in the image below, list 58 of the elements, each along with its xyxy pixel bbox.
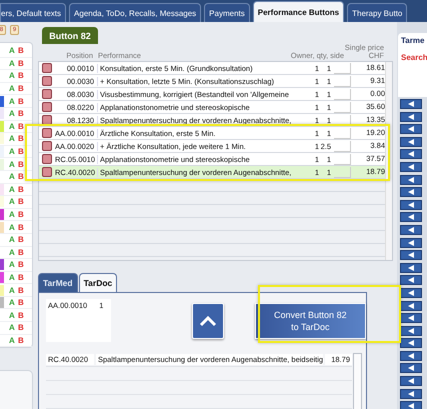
b-label[interactable]: B <box>18 260 24 270</box>
b-label[interactable]: B <box>18 160 24 169</box>
a-label[interactable]: A <box>9 286 18 295</box>
a-label[interactable]: A <box>9 84 18 94</box>
b-label[interactable]: B <box>18 184 24 194</box>
a-label[interactable]: A <box>9 260 18 270</box>
a-label[interactable]: A <box>9 122 18 131</box>
a-label[interactable]: A <box>9 210 18 220</box>
b-label[interactable]: B <box>18 310 24 320</box>
a-label[interactable]: A <box>9 58 18 68</box>
b-label[interactable]: B <box>18 71 24 80</box>
b-label[interactable]: B <box>18 336 24 345</box>
b-label[interactable]: B <box>18 298 24 308</box>
b-label[interactable]: B <box>18 323 24 332</box>
b-label[interactable]: B <box>18 109 24 118</box>
b-label[interactable]: B <box>18 172 24 182</box>
tab[interactable]: Therapy Butto <box>347 3 408 22</box>
b-label[interactable]: B <box>18 272 24 282</box>
b-label[interactable]: B <box>18 248 24 257</box>
a-label[interactable]: A <box>9 197 18 206</box>
button-tab[interactable]: Button 82 <box>42 27 98 44</box>
a-label[interactable]: A <box>9 160 18 169</box>
b-label[interactable]: B <box>18 58 24 68</box>
a-label[interactable]: A <box>9 222 18 232</box>
a-label[interactable]: A <box>9 147 18 156</box>
tab[interactable]: ers, Default texts <box>0 3 66 22</box>
b-label[interactable]: B <box>18 46 24 56</box>
b-label[interactable]: B <box>18 197 24 206</box>
tab[interactable]: Agenda, ToDo, Recalls, Messages <box>69 3 202 22</box>
panel-title: Tarme <box>401 36 424 45</box>
a-label[interactable]: A <box>9 310 18 320</box>
a-label[interactable]: A <box>9 248 18 257</box>
tab[interactable]: TarDoc <box>78 273 118 292</box>
b-label[interactable]: B <box>18 122 24 131</box>
b-label[interactable]: B <box>18 286 24 295</box>
a-label[interactable]: A <box>9 71 18 80</box>
a-label[interactable]: A <box>9 235 18 244</box>
tab[interactable]: Performance Buttons <box>252 1 344 22</box>
convert-button[interactable]: Convert Button 82 to TarDoc <box>254 303 366 339</box>
a-label[interactable]: A <box>9 172 18 182</box>
a-label[interactable]: A <box>9 46 18 56</box>
b-label[interactable]: B <box>18 134 24 144</box>
a-label[interactable]: A <box>9 298 18 308</box>
a-label[interactable]: A <box>9 134 18 144</box>
b-label[interactable]: B <box>18 210 24 220</box>
b-label[interactable]: B <box>18 235 24 244</box>
b-label[interactable]: B <box>18 147 24 156</box>
b-label[interactable]: B <box>18 222 24 232</box>
tab[interactable]: Payments <box>204 3 250 22</box>
b-label[interactable]: B <box>18 96 24 106</box>
a-label[interactable]: A <box>9 184 18 194</box>
a-label[interactable]: A <box>9 96 18 106</box>
a-label[interactable]: A <box>9 109 18 118</box>
b-label[interactable]: B <box>18 84 24 94</box>
tab[interactable]: TarMed <box>38 273 78 292</box>
a-label[interactable]: A <box>9 323 18 332</box>
a-label[interactable]: A <box>9 272 18 282</box>
a-label[interactable]: A <box>9 336 18 345</box>
